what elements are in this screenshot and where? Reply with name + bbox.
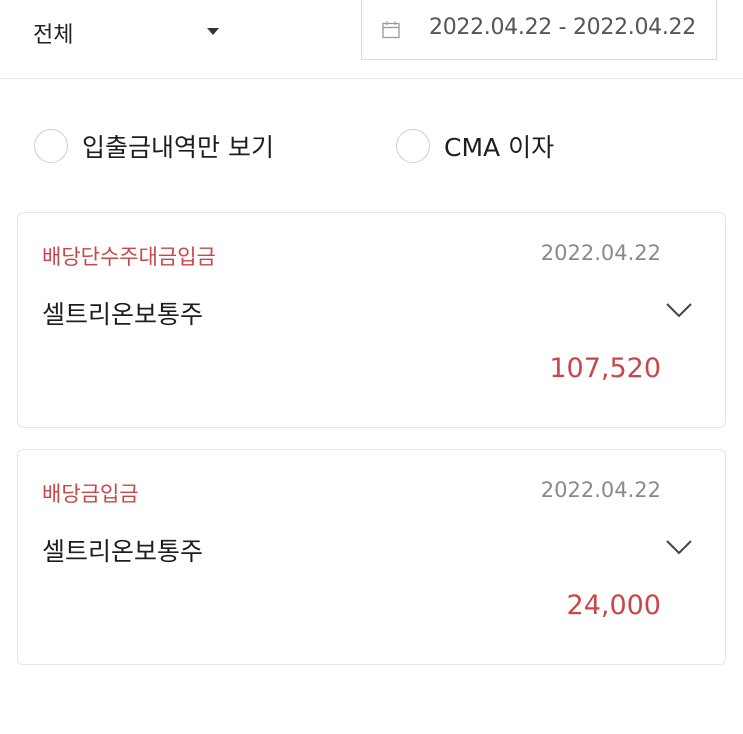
transaction-type: 배당단수주대금입금 [42,245,216,269]
transaction-card[interactable]: 배당금입금 2022.04.22 셀트리온보통주 24,000 [17,449,726,665]
transaction-amount: 24,000 [566,590,661,621]
chevron-down-icon[interactable] [665,301,693,319]
cma-interest-radio[interactable] [396,129,430,163]
cma-interest-option[interactable]: CMA 이자 [396,126,554,166]
category-dropdown-label: 전체 [33,23,74,48]
transaction-amount: 107,520 [549,353,661,384]
deposit-withdrawal-only-radio[interactable] [34,129,68,163]
category-dropdown[interactable]: 전체 [33,8,233,58]
transaction-date: 2022.04.22 [540,478,661,502]
deposit-withdrawal-only-option[interactable]: 입출금내역만 보기 [34,126,274,166]
cma-interest-label: CMA 이자 [444,133,555,162]
stock-name: 셀트리온보통주 [42,537,204,566]
caret-down-icon [207,28,219,35]
calendar-icon [382,21,400,39]
transaction-date: 2022.04.22 [540,241,661,265]
date-range-text: 2022.04.22 - 2022.04.22 [429,15,696,40]
date-range-picker[interactable]: 2022.04.22 - 2022.04.22 [361,0,717,60]
deposit-withdrawal-only-label: 입출금내역만 보기 [82,133,274,162]
filter-bar: 전체 2022.04.22 - 2022.04.22 [0,0,743,79]
stock-name: 셀트리온보통주 [42,300,204,329]
transaction-type: 배당금입금 [42,482,139,506]
chevron-down-icon[interactable] [665,538,693,556]
transaction-card[interactable]: 배당단수주대금입금 2022.04.22 셀트리온보통주 107,520 [17,212,726,428]
